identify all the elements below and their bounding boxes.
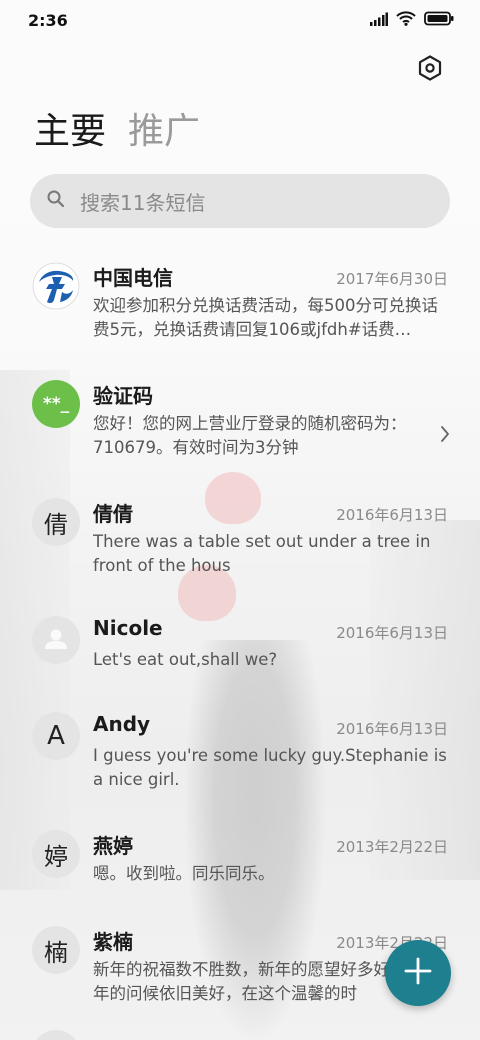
conversation-item[interactable]: Nicole 2016年6月13日 Let's eat out,shall we… — [0, 600, 480, 696]
conversation-list: 中国电信 2017年6月30日 欢迎参加积分兑换话费活动，每500分可兑换话费5… — [0, 246, 480, 1028]
message-preview: 嗯。收到啦。同乐同乐。 — [93, 864, 275, 883]
conversation-item[interactable]: 中国电信 2017年6月30日 欢迎参加积分兑换话费活动，每500分可兑换话费5… — [0, 246, 480, 364]
verification-code-avatar: **_ — [32, 380, 80, 428]
message-date: 2017年6月30日 — [336, 270, 448, 288]
plus-icon — [404, 957, 432, 989]
contact-avatar: 倩 — [32, 498, 80, 546]
message-preview: There was a table set out under a tree i… — [93, 532, 431, 575]
search-placeholder: 搜索11条短信 — [80, 190, 206, 215]
settings-hexagon-icon — [418, 55, 442, 85]
message-preview: I guess you're some lucky guy.Stephanie … — [93, 746, 447, 789]
message-date: 2016年6月13日 — [336, 720, 448, 738]
message-date: 2016年6月13日 — [336, 624, 448, 642]
contact-avatar: A — [32, 712, 80, 760]
contact-name: 紫楠 — [93, 930, 133, 954]
search-input[interactable]: 搜索11条短信 — [30, 174, 450, 228]
chevron-right-icon[interactable] — [440, 426, 450, 446]
tab-primary[interactable]: 主要 — [34, 108, 106, 156]
status-icons — [370, 10, 454, 30]
contact-name: 中国电信 — [93, 266, 173, 290]
message-preview: 欢迎参加积分兑换话费活动，每500分可兑换话费5元，兑换话费请回复106或jfd… — [93, 296, 438, 339]
contact-avatar: 楠 — [32, 926, 80, 974]
message-preview: Let's eat out,shall we? — [93, 650, 278, 669]
settings-button[interactable] — [412, 52, 448, 88]
conversation-item[interactable]: 婷 燕婷 2013年2月22日 嗯。收到啦。同乐同乐。 — [0, 814, 480, 910]
tab-promotions[interactable]: 推广 — [128, 108, 200, 156]
message-preview: 您好！您的网上营业厅登录的随机密码为：710679。有效时间为3分钟 — [93, 414, 407, 457]
battery-icon — [424, 11, 454, 30]
signal-icon — [370, 11, 388, 30]
contact-name: 燕婷 — [93, 834, 133, 858]
conversation-item[interactable]: **_ 验证码 您好！您的网上营业厅登录的随机密码为：710679。有效时间为3… — [0, 364, 480, 482]
new-message-button[interactable] — [385, 940, 451, 1006]
contact-avatar: 婷 — [32, 830, 80, 878]
contact-name: 倩倩 — [93, 502, 133, 526]
person-icon — [32, 616, 80, 664]
contact-name: Nicole — [93, 616, 163, 640]
tab-bar: 主要 推广 — [34, 108, 200, 156]
message-date: 2016年6月13日 — [336, 506, 448, 524]
contact-name: Andy — [93, 712, 151, 736]
contact-name: 验证码 — [93, 384, 153, 408]
message-date: 2013年2月22日 — [336, 838, 448, 856]
conversation-item[interactable]: 倩 倩倩 2016年6月13日 There was a table set ou… — [0, 482, 480, 600]
china-telecom-logo-icon — [32, 262, 80, 310]
status-bar: 2:36 — [0, 0, 480, 40]
conversation-item[interactable]: A Andy 2016年6月13日 I guess you're some lu… — [0, 696, 480, 814]
search-icon — [46, 189, 66, 213]
wifi-icon — [396, 10, 416, 30]
status-time: 2:36 — [28, 10, 68, 30]
